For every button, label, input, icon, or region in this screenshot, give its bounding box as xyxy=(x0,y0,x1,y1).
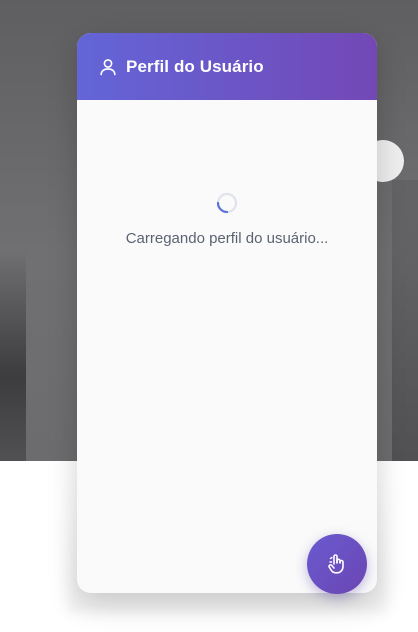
panel-title: Perfil do Usuário xyxy=(126,56,264,76)
background-shadow-left xyxy=(0,250,26,461)
floating-action-button[interactable] xyxy=(307,534,367,594)
hand-pointer-icon xyxy=(324,551,350,577)
background-shadow-right xyxy=(392,180,418,461)
user-profile-panel: Perfil do Usuário Carregando perfil do u… xyxy=(77,33,377,593)
panel-header: Perfil do Usuário xyxy=(77,33,377,100)
panel-body: Carregando perfil do usuário... xyxy=(77,100,377,593)
loading-text: Carregando perfil do usuário... xyxy=(125,230,329,247)
loading-spinner-icon xyxy=(216,192,238,214)
user-icon xyxy=(99,58,117,76)
